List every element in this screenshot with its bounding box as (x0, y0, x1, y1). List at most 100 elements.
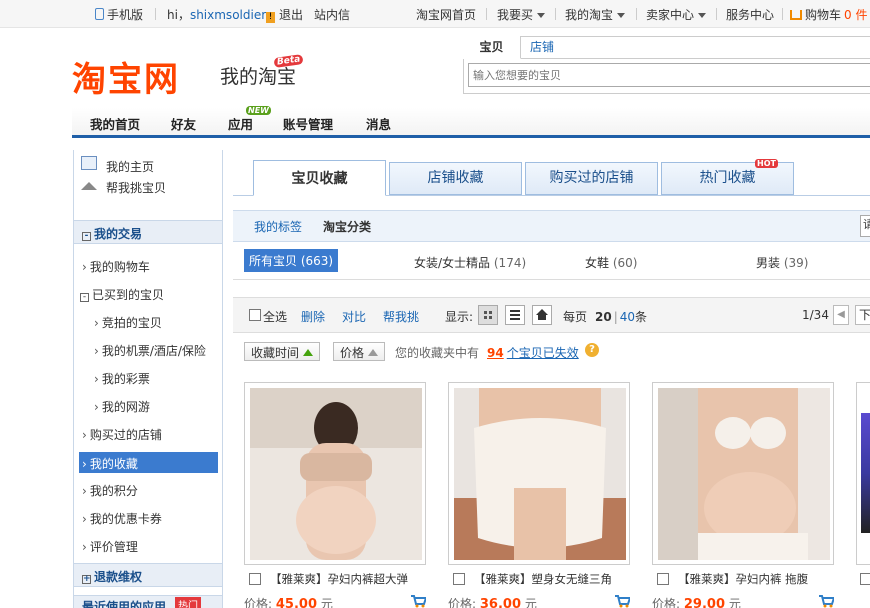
chevron-right-icon: › (82, 457, 87, 471)
invalid-notice: 您的收藏夹中有 94 个宝贝已失效 (395, 344, 579, 361)
shop-view-button[interactable] (532, 305, 552, 325)
collapse-icon: - (80, 293, 89, 302)
mytaobao-menu[interactable]: 我的淘宝 (565, 6, 626, 23)
taobao-home-link[interactable]: 淘宝网首页 (416, 6, 476, 23)
compare-button[interactable]: 对比 (342, 308, 366, 325)
sidebar-help-pick[interactable]: 帮我挑宝贝 (106, 179, 166, 196)
sidebar-item-lottery[interactable]: › 我的彩票 (94, 370, 150, 387)
nav-messages[interactable]: 消息 (366, 114, 391, 133)
divider (782, 8, 783, 20)
product-name[interactable]: 【雅莱爽】孕妇内裤超大弹 (270, 571, 408, 587)
product-card[interactable] (652, 382, 834, 565)
subtab-taobao-category[interactable]: 淘宝分类 (323, 218, 371, 235)
sidebar-section-trade[interactable]: - 我的交易 (74, 220, 222, 244)
sidebar-item-auction[interactable]: › 竞拍的宝贝 (94, 314, 162, 331)
category-count: (663) (300, 254, 334, 268)
tab-item-favorites[interactable]: 宝贝收藏 (253, 160, 386, 196)
buy-menu[interactable]: 我要买 (497, 6, 546, 23)
per-page-20[interactable]: 20 (595, 310, 612, 324)
price-value: 45.00 (275, 597, 317, 608)
sidebar-item-travel[interactable]: › 我的机票/酒店/保险 (94, 342, 206, 359)
chevron-left-icon: ◀ (837, 309, 845, 320)
per-page-label: 每页 (563, 310, 588, 324)
price-label: 价格: (652, 597, 681, 608)
seller-menu[interactable]: 卖家中心 (646, 6, 707, 23)
list-view-button[interactable] (505, 305, 525, 325)
product-checkbox[interactable] (453, 573, 465, 585)
product-name[interactable]: 【雅莱爽】塑身女无缝三角 (474, 571, 612, 587)
taobao-logo[interactable]: 淘宝网 (72, 52, 180, 101)
prev-page-button[interactable]: ◀ (833, 305, 849, 325)
nav-my-home[interactable]: 我的首页 (90, 114, 140, 133)
product-checkbox[interactable] (657, 573, 669, 585)
search-tab-items[interactable]: 宝贝 (463, 36, 521, 59)
search-tab-shops[interactable]: 店铺 (530, 36, 554, 58)
sidebar-item-label: 我的积分 (89, 484, 138, 498)
select-all-label[interactable]: 全选 (263, 308, 287, 325)
tag-search-input[interactable]: 请 (860, 215, 870, 237)
nav-apps[interactable]: 应用 (228, 114, 253, 133)
price-value: 36.00 (479, 597, 521, 608)
search-input[interactable] (468, 63, 870, 87)
sidebar-item-cart[interactable]: › 我的购物车 (82, 258, 150, 275)
add-to-cart-icon[interactable] (410, 594, 428, 608)
category-label: 女装/女士精品 (414, 256, 491, 270)
add-to-cart-icon[interactable] (818, 594, 836, 608)
product-card[interactable] (244, 382, 426, 565)
sidebar-section-refund[interactable]: + 退款维权 (74, 563, 222, 587)
help-question-icon[interactable]: ? (585, 343, 599, 357)
category-womens-shoes[interactable]: 女鞋 (60) (585, 254, 637, 271)
username-link[interactable]: shixmsoldier (190, 8, 266, 22)
product-image[interactable] (250, 388, 422, 560)
sort-by-time-button[interactable]: 收藏时间 (244, 342, 321, 361)
chevron-right-icon: › (94, 316, 99, 330)
product-image[interactable] (454, 388, 626, 560)
mobile-label: 手机版 (107, 8, 144, 22)
divider (555, 8, 556, 20)
next-page-button[interactable]: 下 (855, 305, 870, 325)
category-womens[interactable]: 女装/女士精品 (174) (414, 254, 526, 271)
category-mens[interactable]: 男装 (39) (756, 254, 808, 271)
product-image[interactable] (861, 413, 870, 533)
cart-link[interactable]: 购物车 0 件 (790, 6, 867, 23)
tab-shops-bought[interactable]: 购买过的店铺 (525, 162, 658, 195)
product-name[interactable]: 【雅莱爽】孕妇内裤 拖腹 (678, 571, 808, 587)
mobile-link[interactable]: 手机版 (95, 6, 143, 23)
grid-view-button[interactable] (478, 305, 498, 325)
sidebar-item-shops-bought[interactable]: › 购买过的店铺 (82, 426, 162, 443)
sort-by-price-button[interactable]: 价格 (333, 342, 386, 361)
nav-account[interactable]: 账号管理 (283, 114, 333, 133)
invalid-count-link[interactable]: 94 (487, 346, 504, 360)
chevron-right-icon: › (82, 260, 87, 274)
sidebar-my-homepage[interactable]: 我的主页 (106, 158, 154, 175)
product-checkbox[interactable] (860, 573, 870, 585)
sidebar-item-coupons[interactable]: › 我的优惠卡券 (82, 510, 162, 527)
product-checkbox[interactable] (249, 573, 261, 585)
chevron-right-icon: › (94, 400, 99, 414)
invalid-items-link[interactable]: 个宝贝已失效 (507, 346, 579, 360)
inbox-link[interactable]: 站内信 (314, 6, 350, 23)
sidebar-item-games[interactable]: › 我的网游 (94, 398, 150, 415)
service-link[interactable]: 服务中心 (726, 6, 774, 23)
tab-shop-favorites[interactable]: 店铺收藏 (389, 162, 522, 195)
product-card[interactable] (448, 382, 630, 565)
category-all[interactable]: 所有宝贝 (663) (244, 249, 339, 272)
logout-link[interactable]: ! 退出 (266, 6, 303, 23)
sidebar-item-bought[interactable]: - 已买到的宝贝 (80, 286, 164, 303)
nav-friends[interactable]: 好友 (171, 114, 196, 133)
delete-button[interactable]: 删除 (301, 308, 325, 325)
product-image[interactable] (658, 388, 830, 560)
price-value: 29.00 (683, 597, 725, 608)
help-pick-button[interactable]: 帮我挑 (383, 308, 419, 325)
select-all-checkbox[interactable] (249, 309, 261, 321)
per-page-separator: | (613, 310, 618, 324)
product-card-partial[interactable] (856, 382, 870, 565)
per-page-40[interactable]: 40 (620, 310, 635, 324)
add-to-cart-icon[interactable] (614, 594, 632, 608)
sidebar-item-favorites[interactable]: › 我的收藏 (82, 455, 138, 472)
list-icon (510, 310, 520, 320)
cart-label: 购物车 (805, 8, 842, 22)
sidebar-item-reviews[interactable]: › 评价管理 (82, 538, 138, 555)
subtab-my-tags[interactable]: 我的标签 (254, 218, 302, 235)
sidebar-item-points[interactable]: › 我的积分 (82, 482, 138, 499)
